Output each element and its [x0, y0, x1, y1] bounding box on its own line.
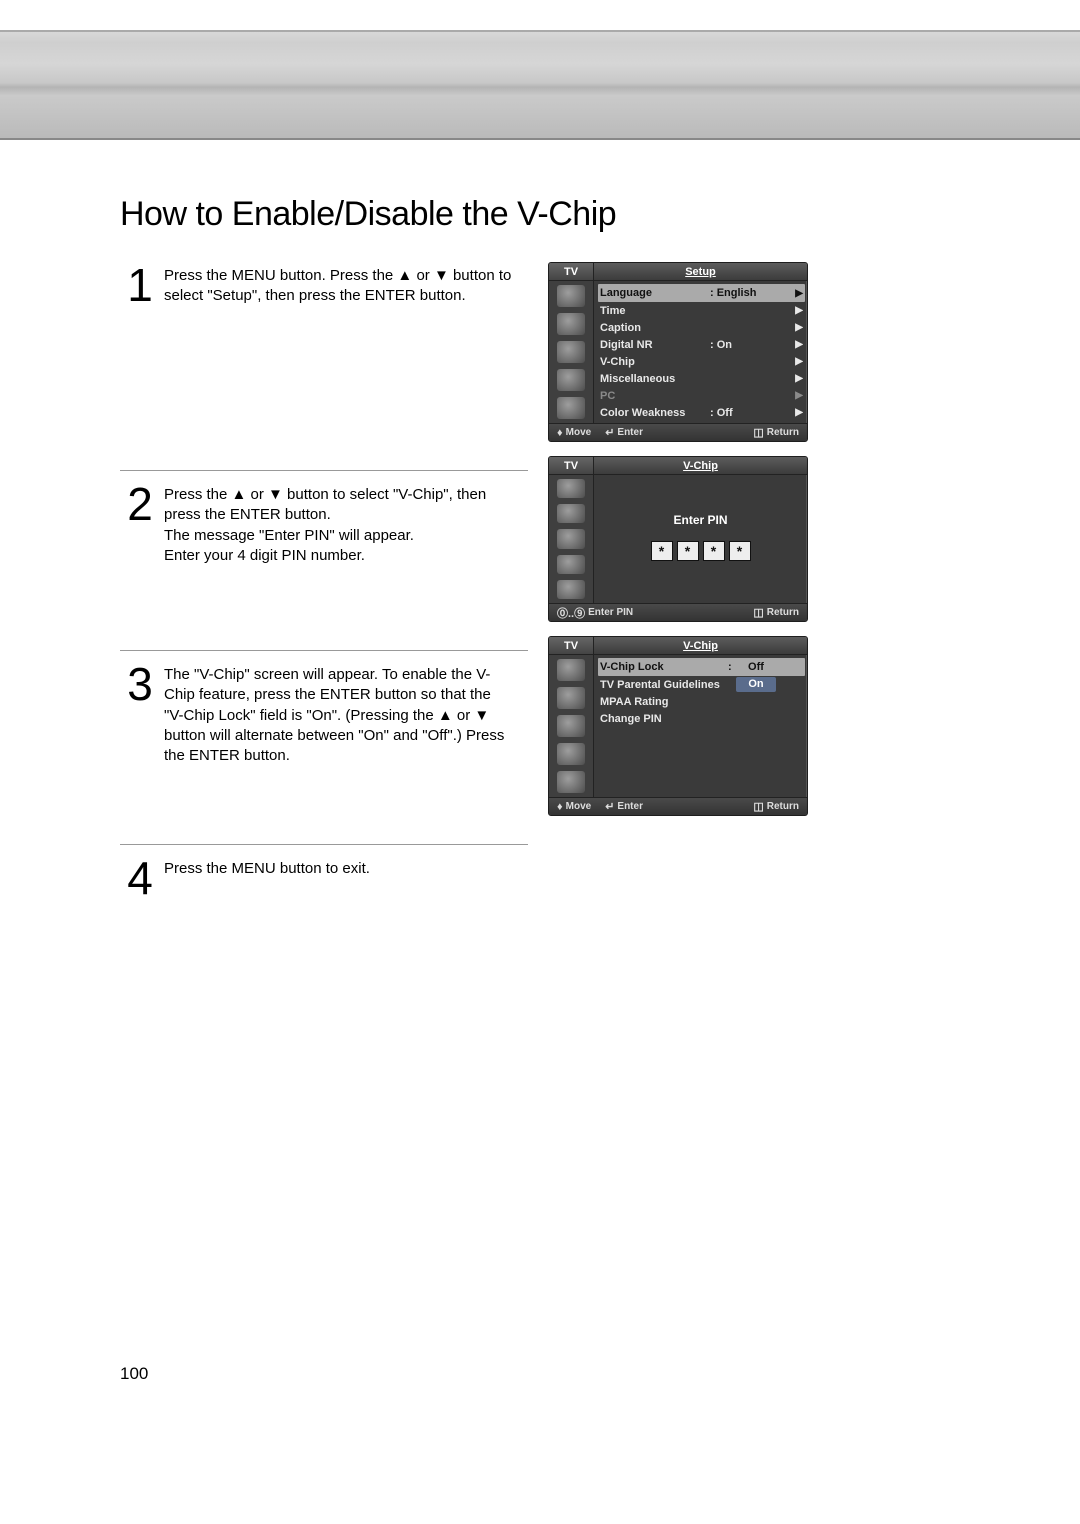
osd-tv-label: TV: [549, 457, 594, 474]
value-pill: Off: [736, 660, 776, 675]
sidebar-icon: [557, 529, 585, 548]
header-bar: [0, 30, 1080, 140]
menu-item-misc[interactable]: Miscellaneous ▶: [600, 370, 803, 387]
osd-footer: ⓪..⑨Enter PIN ◫Return: [549, 603, 807, 621]
osd-tv-label: TV: [549, 637, 594, 654]
sidebar-icon: [557, 285, 585, 307]
chevron-right-icon: ▶: [793, 305, 803, 316]
menu-item-pc: PC ▶: [600, 387, 803, 404]
step-4: 4 Press the MENU button to exit.: [120, 855, 530, 901]
osd-sidebar: [549, 475, 594, 603]
osd-setup-menu: TV Setup Language : English ▶: [548, 262, 808, 442]
pin-digit: *: [651, 541, 673, 561]
menu-item-language[interactable]: Language : English ▶: [598, 284, 805, 302]
step-2: 2 Press the ▲ or ▼ button to select "V-C…: [120, 481, 530, 566]
value-pill: On: [736, 677, 776, 692]
menu-item-color-weakness[interactable]: Color Weakness : Off ▶: [600, 404, 803, 421]
sidebar-icon: [557, 397, 585, 419]
osd-sidebar: [549, 655, 594, 797]
sidebar-icon: [557, 580, 585, 599]
step-text: Press the MENU button to exit.: [164, 855, 370, 879]
osd-tv-label: TV: [549, 263, 594, 280]
osd-title: V-Chip: [594, 637, 807, 654]
return-icon: ◫: [753, 426, 763, 439]
osd-title: Setup: [594, 263, 807, 280]
pin-input[interactable]: * * * *: [651, 541, 751, 561]
sidebar-icon: [557, 313, 585, 335]
osd-sidebar: [549, 281, 594, 423]
step-1: 1 Press the MENU button. Press the ▲ or …: [120, 262, 530, 308]
return-icon: ◫: [753, 606, 763, 619]
chevron-right-icon: ▶: [793, 356, 803, 367]
return-icon: ◫: [753, 800, 763, 813]
chevron-right-icon: ▶: [793, 288, 803, 299]
chevron-right-icon: ▶: [793, 339, 803, 350]
step-number: 4: [120, 855, 160, 901]
chevron-right-icon: ▶: [793, 373, 803, 384]
divider: [120, 470, 528, 471]
menu-item-tv-parental[interactable]: TV Parental Guidelines On: [600, 676, 803, 693]
osd-footer: ♦Move ↵Enter ◫Return: [549, 423, 807, 441]
divider: [120, 650, 528, 651]
page-title: How to Enable/Disable the V-Chip: [120, 195, 960, 234]
sidebar-icon: [557, 687, 585, 709]
sidebar-icon: [557, 555, 585, 574]
pin-digit: *: [677, 541, 699, 561]
sidebar-icon: [557, 369, 585, 391]
step-number: 1: [120, 262, 160, 308]
menu-item-digital-nr[interactable]: Digital NR : On ▶: [600, 336, 803, 353]
sidebar-icon: [557, 743, 585, 765]
step-text: The "V-Chip" screen will appear. To enab…: [164, 661, 514, 766]
step-text: Press the ▲ or ▼ button to select "V-Chi…: [164, 481, 514, 566]
sidebar-icon: [557, 771, 585, 793]
pin-digit: *: [729, 541, 751, 561]
page-content: How to Enable/Disable the V-Chip 1 Press…: [0, 140, 1080, 911]
sidebar-icon: [557, 479, 585, 498]
osd-enter-pin: TV V-Chip Enter PIN * * * *: [548, 456, 808, 622]
sidebar-icon: [557, 504, 585, 523]
osd-vchip-menu: TV V-Chip V-Chip Lock : Off: [548, 636, 808, 816]
enter-icon: ↵: [605, 800, 614, 813]
chevron-right-icon: ▶: [793, 390, 803, 401]
step-3: 3 The "V-Chip" screen will appear. To en…: [120, 661, 530, 766]
osd-footer: ♦Move ↵Enter ◫Return: [549, 797, 807, 815]
pin-digit: *: [703, 541, 725, 561]
menu-item-mpaa[interactable]: MPAA Rating: [600, 693, 803, 710]
chevron-right-icon: ▶: [793, 407, 803, 418]
chevron-right-icon: ▶: [793, 322, 803, 333]
menu-item-change-pin[interactable]: Change PIN: [600, 710, 803, 727]
step-text: Press the MENU button. Press the ▲ or ▼ …: [164, 262, 514, 307]
osd-title: V-Chip: [594, 457, 807, 474]
numeric-icon: ⓪..⑨: [557, 605, 585, 621]
divider: [120, 844, 528, 845]
step-number: 2: [120, 481, 160, 527]
menu-item-time[interactable]: Time ▶: [600, 302, 803, 319]
updown-icon: ♦: [557, 427, 563, 439]
enter-icon: ↵: [605, 426, 614, 439]
menu-item-vchip[interactable]: V-Chip ▶: [600, 353, 803, 370]
sidebar-icon: [557, 341, 585, 363]
enter-pin-label: Enter PIN: [673, 513, 727, 527]
menu-item-vchip-lock[interactable]: V-Chip Lock : Off: [598, 658, 805, 676]
sidebar-icon: [557, 715, 585, 737]
menu-item-caption[interactable]: Caption ▶: [600, 319, 803, 336]
step-number: 3: [120, 661, 160, 707]
sidebar-icon: [557, 659, 585, 681]
page-number: 100: [120, 1364, 148, 1384]
updown-icon: ♦: [557, 801, 563, 813]
